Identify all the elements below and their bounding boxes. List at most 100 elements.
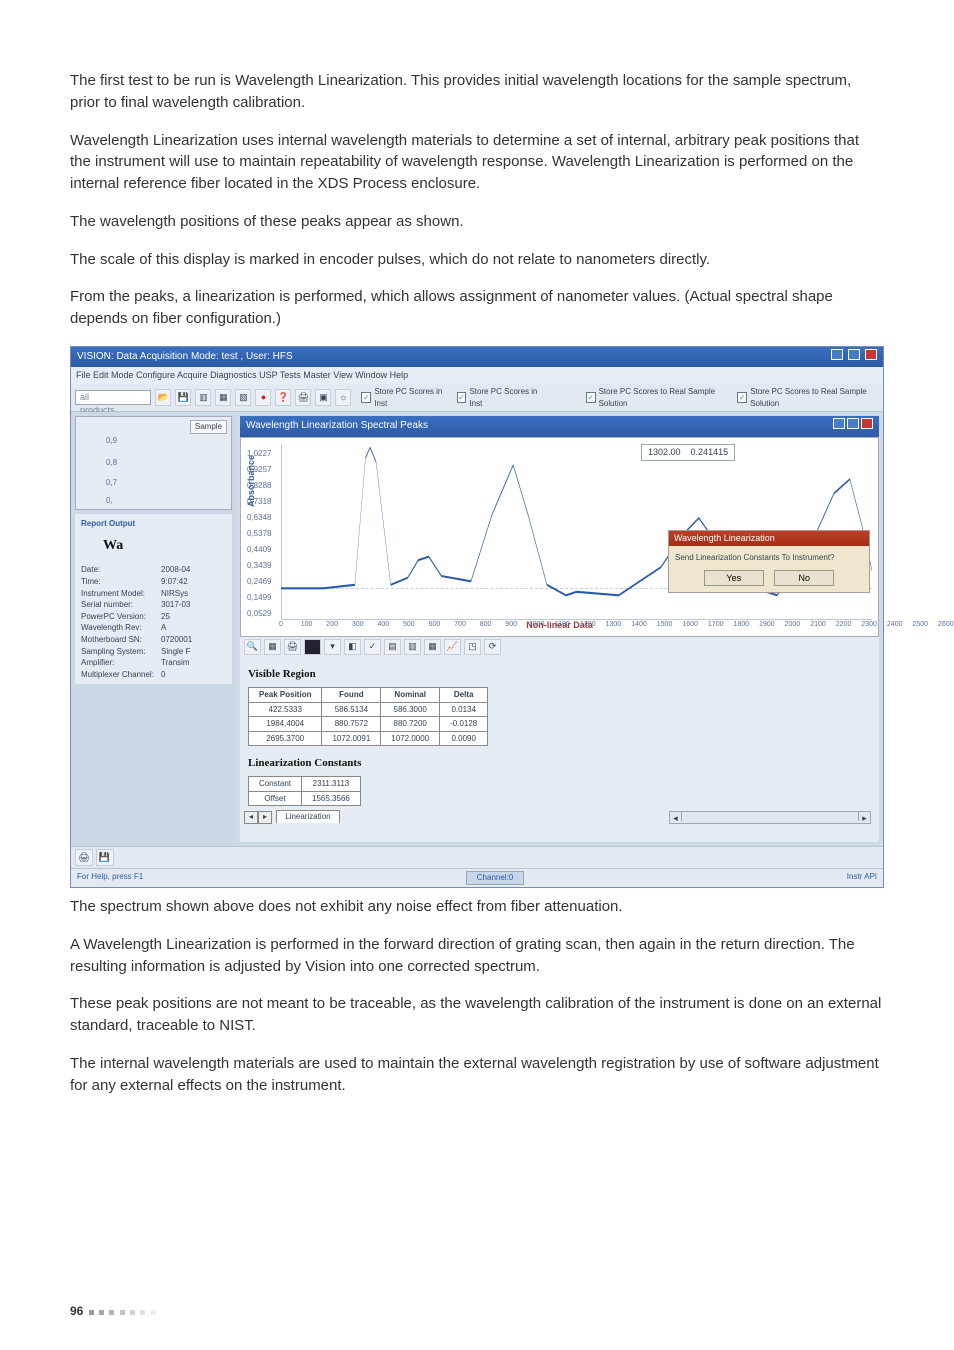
- paragraph: These peak positions are not meant to be…: [70, 993, 884, 1037]
- table-header: Found: [322, 687, 381, 702]
- y-tick: 0,1499: [247, 592, 271, 604]
- meta-row: Date:2008-04: [81, 564, 226, 576]
- toolbar-icon[interactable]: ▤: [384, 639, 401, 655]
- x-tick: 2000: [785, 620, 801, 630]
- y-tick: 1,0227: [247, 448, 271, 460]
- dialog-title: Wavelength Linearization: [669, 531, 869, 546]
- spectrum-plot[interactable]: Absorbance Non-linear Data 0,05290,14990…: [240, 437, 879, 637]
- toolbar-icon[interactable]: ⟳: [484, 639, 501, 655]
- table-row: 2695.37001072.00911072.00000.0090: [249, 731, 488, 746]
- y-tick: 0,3439: [247, 560, 271, 572]
- y-tick: 0,4409: [247, 544, 271, 556]
- x-tick: 1200: [580, 620, 596, 630]
- save-icon[interactable]: 💾: [175, 389, 191, 406]
- window-controls[interactable]: [829, 349, 877, 366]
- meta-row: Motherboard SN:0720001: [81, 634, 226, 646]
- subwindow-titlebar[interactable]: Wavelength Linearization Spectral Peaks: [240, 416, 879, 437]
- toolbar-icon[interactable]: ▾: [324, 639, 341, 655]
- report-output-panel: Report Output Wa Date:2008-04Time:9:07:4…: [75, 514, 232, 684]
- toolbar-icon[interactable]: ▥: [404, 639, 421, 655]
- close-icon[interactable]: [865, 349, 877, 360]
- paragraph: The spectrum shown above does not exhibi…: [70, 896, 884, 918]
- y-tick: 0,5378: [247, 528, 271, 540]
- toolbar-icon[interactable]: ☼: [335, 389, 351, 406]
- table-row: Offset1565.3566: [249, 791, 361, 806]
- x-tick: 0: [279, 620, 283, 630]
- paragraph: The first test to be run is Wavelength L…: [70, 70, 884, 114]
- scroll-right-icon[interactable]: ▸: [858, 812, 870, 821]
- table-row: 422.5333586.5134586.30000.0134: [249, 702, 488, 717]
- x-tick: 500: [403, 620, 415, 630]
- minimize-icon[interactable]: [833, 418, 845, 429]
- menubar[interactable]: File Edit Mode Configure Acquire Diagnos…: [71, 367, 883, 384]
- meta-row: Instrument Model:NIRSys: [81, 588, 226, 600]
- status-api: Instr API: [847, 871, 877, 885]
- meta-row: Multiplexer Channel:0: [81, 669, 226, 681]
- cursor-readout: 1302.00 0.241415: [641, 444, 735, 461]
- toolbar-icon[interactable]: ◧: [344, 639, 361, 655]
- x-tick: 2100: [810, 620, 826, 630]
- tab-next-icon[interactable]: ▸: [258, 811, 272, 824]
- grid-icon[interactable]: ▦: [424, 639, 441, 655]
- toolbar-icon[interactable]: ◳: [464, 639, 481, 655]
- checkbox[interactable]: ✓: [737, 392, 747, 403]
- save-icon[interactable]: 💾: [96, 849, 114, 866]
- checkbox[interactable]: ✓: [361, 392, 371, 403]
- tab-prev-icon[interactable]: ◂: [244, 811, 258, 824]
- toolbar-icon[interactable]: ▥: [195, 389, 211, 406]
- statusbar: For Help, press F1 Channel:0 Instr API: [71, 868, 883, 887]
- toolbar-icon[interactable]: ▦: [215, 389, 231, 406]
- zoom-icon[interactable]: 🔍: [244, 639, 261, 655]
- page-number: 96: [70, 1304, 83, 1318]
- peaks-table: Peak PositionFoundNominalDelta 422.53335…: [248, 687, 488, 746]
- chart-icon[interactable]: 📈: [444, 639, 461, 655]
- checkbox[interactable]: ✓: [457, 392, 467, 403]
- paragraph: The wavelength positions of these peaks …: [70, 211, 884, 233]
- report-title-fragment: Wa: [103, 536, 226, 556]
- x-tick: 2300: [861, 620, 877, 630]
- sample-tab[interactable]: Sample: [190, 420, 227, 434]
- toolbar-icon[interactable]: ✓: [364, 639, 381, 655]
- print-icon[interactable]: 🖨: [284, 639, 301, 655]
- print-icon[interactable]: 🖨: [295, 389, 311, 406]
- linearization-constants-table: Constant2311.3113Offset1565.3566: [248, 776, 361, 806]
- x-tick: 800: [480, 620, 492, 630]
- table-row: 1984.4004880.7572880.7200-0.0128: [249, 717, 488, 732]
- sheet-tab[interactable]: Linearization: [276, 810, 339, 823]
- yes-button[interactable]: Yes: [704, 570, 764, 586]
- x-tick: 200: [326, 620, 338, 630]
- subwindow-title: Wavelength Linearization Spectral Peaks: [246, 419, 428, 434]
- maximize-icon[interactable]: [848, 349, 860, 360]
- open-icon[interactable]: 📂: [155, 389, 171, 406]
- close-icon[interactable]: [861, 418, 873, 429]
- y-tick: 0,2469: [247, 576, 271, 588]
- linearization-dialog[interactable]: Wavelength Linearization Send Linearizat…: [668, 530, 870, 593]
- meta-row: PowerPC Version:25: [81, 611, 226, 623]
- bottom-toolbar[interactable]: 🖨 💾: [71, 846, 883, 868]
- product-dropdown[interactable]: all products: [75, 390, 151, 405]
- toolbar-icon[interactable]: ▣: [315, 389, 331, 406]
- meta-row: Time:9:07:42: [81, 576, 226, 588]
- toolbar[interactable]: all products 📂 💾 ▥ ▦ ▧ ● ❓ 🖨 ▣ ☼ ✓Store …: [71, 384, 883, 412]
- dialog-message: Send Linearization Constants To Instrume…: [675, 552, 863, 564]
- readout-x: 1302.00: [648, 446, 681, 459]
- toolbar-icon[interactable]: ▦: [264, 639, 281, 655]
- checkbox-label: Store PC Scores to Real Sample Solution: [599, 386, 728, 409]
- x-tick: 1000: [529, 620, 545, 630]
- minimize-icon[interactable]: [831, 349, 843, 360]
- linearization-constants-header: Linearization Constants: [248, 756, 871, 772]
- checkbox[interactable]: ✓: [586, 392, 596, 403]
- toolbar-icon[interactable]: [304, 639, 321, 655]
- scroll-left-icon[interactable]: ◂: [670, 812, 682, 821]
- record-icon[interactable]: ●: [255, 389, 271, 406]
- scrollbar-horizontal[interactable]: ◂ ▸: [669, 811, 871, 824]
- plot-toolbar[interactable]: 🔍 ▦ 🖨 ▾ ◧ ✓ ▤ ▥ ▦ 📈 ◳ ⟳: [240, 637, 879, 657]
- x-tick: 2200: [836, 620, 852, 630]
- screenshot-app-window: VISION: Data Acquisition Mode: test , Us…: [70, 346, 884, 888]
- toolbar-icon[interactable]: ▧: [235, 389, 251, 406]
- help-icon[interactable]: ❓: [275, 389, 291, 406]
- maximize-icon[interactable]: [847, 418, 859, 429]
- no-button[interactable]: No: [774, 570, 834, 586]
- window-titlebar[interactable]: VISION: Data Acquisition Mode: test , Us…: [71, 347, 883, 368]
- print-icon[interactable]: 🖨: [75, 849, 93, 866]
